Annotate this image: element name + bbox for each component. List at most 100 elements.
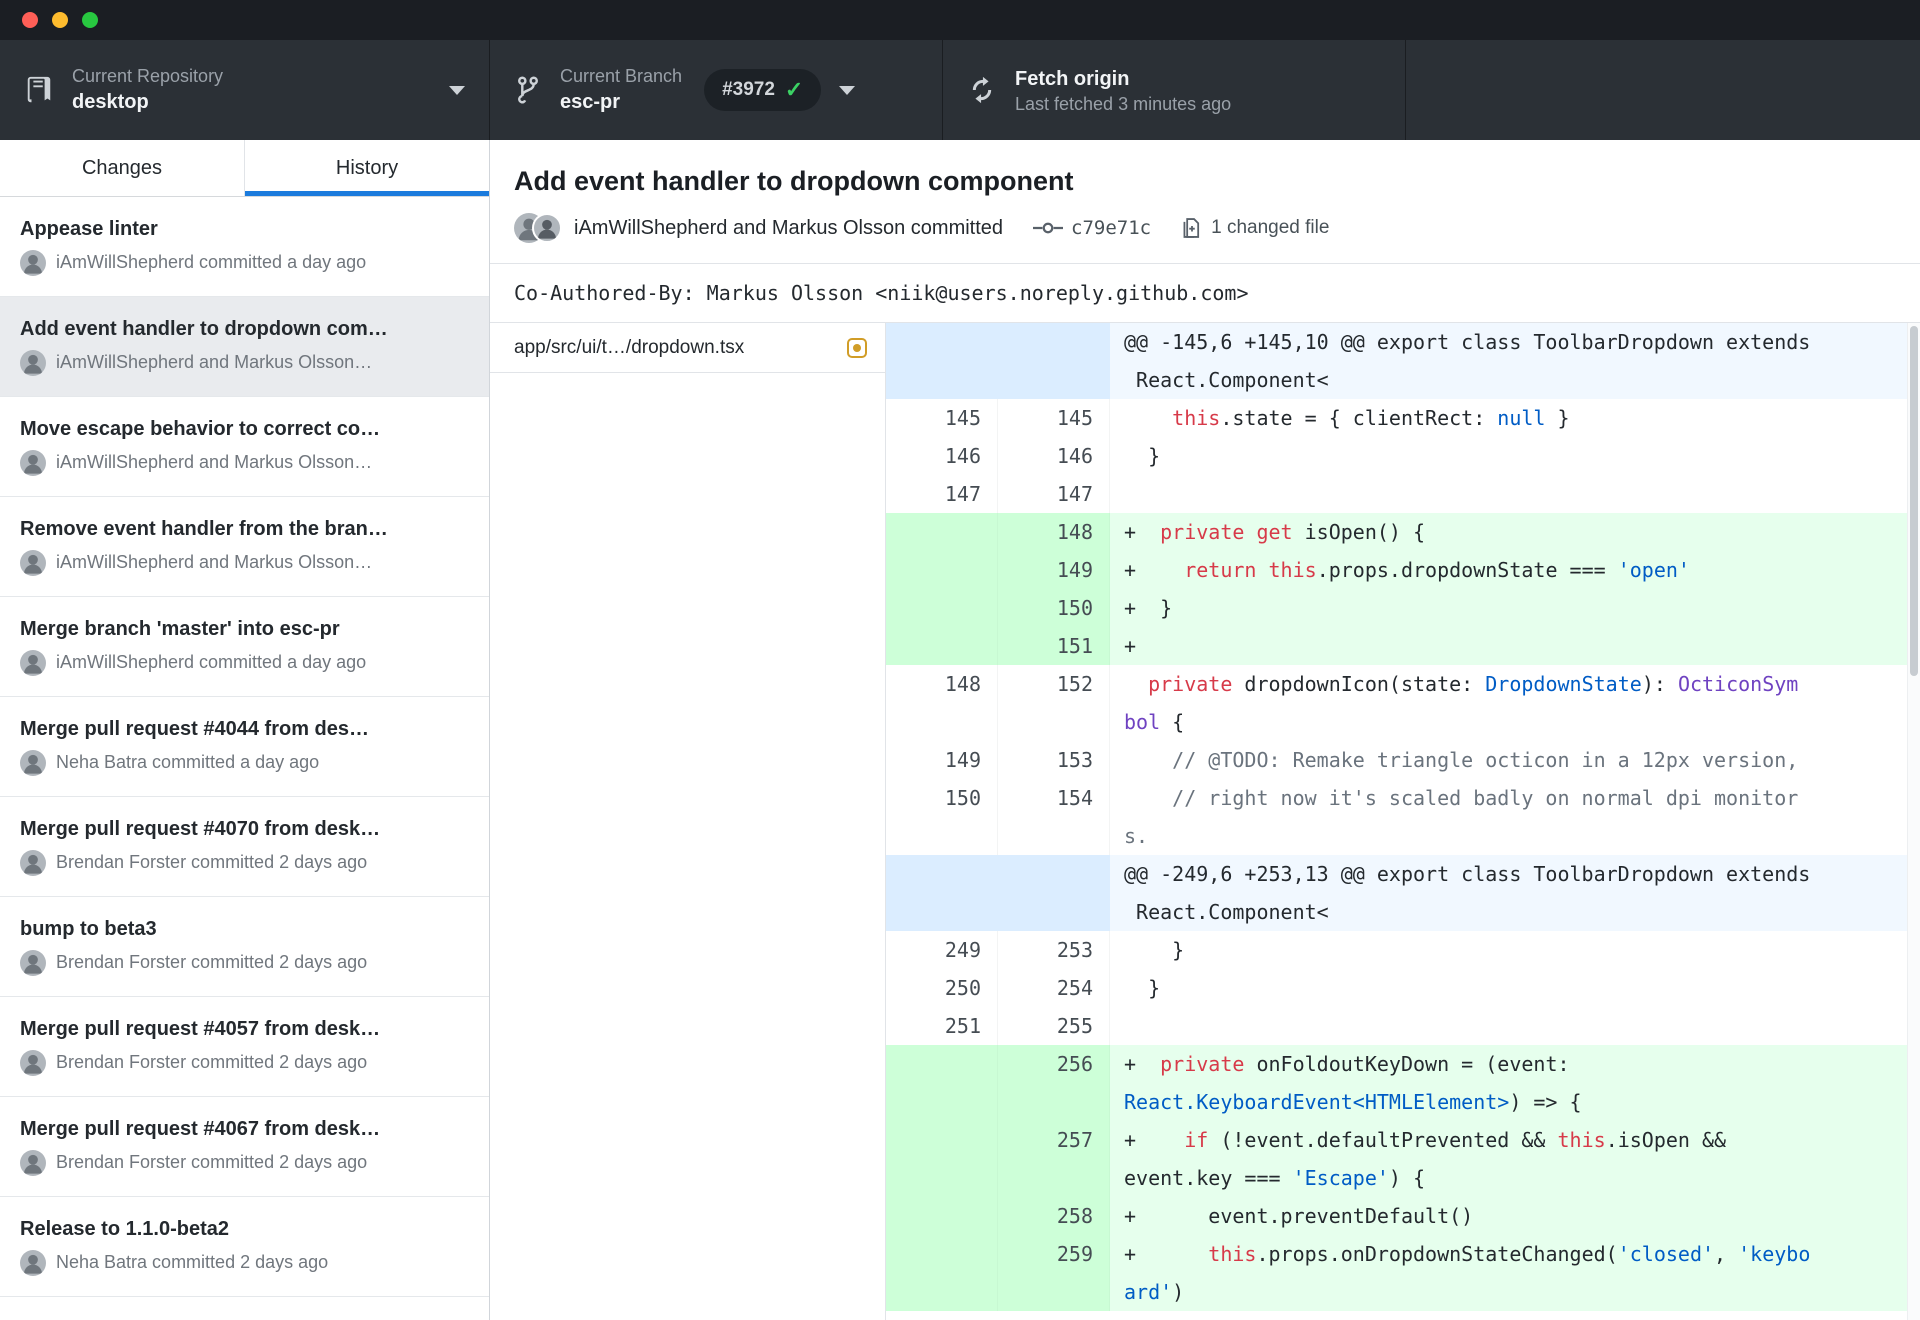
commit-title: Add event handler to dropdown com… <box>20 317 388 340</box>
diff-row: 150 + } <box>886 589 1920 627</box>
zoom-button[interactable] <box>82 12 98 28</box>
tab-changes[interactable]: Changes <box>0 140 245 196</box>
commit-list-item[interactable]: Merge pull request #4070 from desk… Bren… <box>0 797 489 897</box>
diff-code: // @TODO: Remake triangle octicon in a 1… <box>1124 748 1799 772</box>
diff-code: + private onFoldoutKeyDown = (event: Reac… <box>1110 1045 1920 1121</box>
diff-code: + event.preventDefault() <box>1110 1197 1920 1235</box>
diff-code: private dropdownIcon(state: DropdownStat… <box>1124 672 1799 734</box>
diff-scrollbar-thumb[interactable] <box>1910 326 1918 676</box>
commit-title: Appease linter <box>20 217 158 240</box>
fetch-subtitle: Last fetched 3 minutes ago <box>1015 94 1232 114</box>
diff-code <box>1110 475 1920 513</box>
pr-number: #3972 <box>722 79 775 100</box>
toolbar-filler <box>1406 40 1920 140</box>
avatar <box>20 349 46 376</box>
avatar <box>20 249 46 276</box>
new-line-number: 259 <box>998 1235 1110 1311</box>
avatar <box>20 549 46 576</box>
new-line-number: 154 <box>998 779 1110 855</box>
new-line-number: 147 <box>998 475 1110 513</box>
old-line-number <box>886 855 998 931</box>
sync-icon <box>967 75 997 105</box>
check-icon: ✓ <box>784 77 804 102</box>
diff-row: 145 145 this.state = { clientRect: null … <box>886 399 1920 437</box>
old-line-number <box>886 1197 998 1235</box>
old-line-number <box>886 1235 998 1311</box>
commit-list-item[interactable]: Move escape behavior to correct co… iAmW… <box>0 397 489 497</box>
commit-title: Merge pull request #4067 from desk… <box>20 1117 381 1140</box>
changed-files-count: 1 changed file <box>1211 217 1330 238</box>
close-button[interactable] <box>22 12 38 28</box>
commit-description: Co-Authored-By: Markus Olsson <niik@user… <box>490 263 1920 323</box>
commit-list-item[interactable]: Merge pull request #4044 from des… Neha … <box>0 697 489 797</box>
file-list-item[interactable]: app/src/ui/t…/dropdown.tsx <box>490 323 885 373</box>
new-line-number <box>998 855 1110 931</box>
new-line-number: 145 <box>998 399 1110 437</box>
new-line-number <box>998 323 1110 399</box>
commit-title-heading: Add event handler to dropdown component <box>514 166 1074 196</box>
window-titlebar <box>0 0 1920 40</box>
avatar <box>20 1049 46 1076</box>
commit-list-item[interactable]: bump to beta3 Brendan Forster committed … <box>0 897 489 997</box>
current-repository-button[interactable]: Current Repository desktop <box>0 40 490 140</box>
minimize-button[interactable] <box>52 12 68 28</box>
commit-list-item[interactable]: Appease linter iAmWillShepherd committed… <box>0 197 489 297</box>
avatar <box>20 749 46 776</box>
current-branch-button[interactable]: Current Branch esc-pr #3972 ✓ <box>490 40 943 140</box>
commit-sha[interactable]: c79e71c <box>1071 217 1151 239</box>
diff-code: } <box>1124 444 1161 468</box>
new-line-number: 146 <box>998 437 1110 475</box>
file-modified-icon <box>847 337 867 358</box>
repo-icon <box>24 75 54 105</box>
diff-code: + } <box>1110 589 1920 627</box>
avatar <box>20 849 46 876</box>
commit-list-item[interactable]: Merge pull request #4067 from desk… Bren… <box>0 1097 489 1197</box>
file-list: app/src/ui/t…/dropdown.tsx <box>490 323 886 1320</box>
diff-row: 257 + if (!event.defaultPrevented && thi… <box>886 1121 1920 1197</box>
new-line-number: 148 <box>998 513 1110 551</box>
commit-list-item[interactable]: Merge pull request #4072 from desk… Bren… <box>0 1297 489 1320</box>
diff-scrollbar <box>1907 323 1920 1320</box>
diff-row: 146 146 } <box>886 437 1920 475</box>
commit-title: Merge pull request #4044 from des… <box>20 717 370 740</box>
fetch-title: Fetch origin <box>1015 68 1130 90</box>
old-line-number: 145 <box>886 399 998 437</box>
chevron-down-icon <box>449 85 465 95</box>
commit-list-item[interactable]: Merge branch 'master' into esc-pr iAmWil… <box>0 597 489 697</box>
current-branch-label: Current Branch <box>560 66 683 86</box>
sidebar-tabs: Changes History <box>0 140 489 197</box>
avatar <box>532 213 562 243</box>
old-line-number: 250 <box>886 969 998 1007</box>
old-line-number: 249 <box>886 931 998 969</box>
old-line-number <box>886 1121 998 1197</box>
pr-status-badge[interactable]: #3972 ✓ <box>704 69 822 111</box>
old-line-number: 149 <box>886 741 998 779</box>
diff-code <box>1110 1007 1920 1045</box>
commit-title: Release to 1.1.0-beta2 <box>20 1217 229 1240</box>
old-line-number <box>886 589 998 627</box>
commit-meta: iAmWillShepherd committed a day ago <box>56 252 367 272</box>
commit-list-item[interactable]: Remove event handler from the bran… iAmW… <box>0 497 489 597</box>
diff-row: @@ -249,6 +253,13 @@ export class Toolba… <box>886 855 1920 931</box>
tab-history[interactable]: History <box>245 140 489 196</box>
old-line-number <box>886 1045 998 1121</box>
commit-title: Merge branch 'master' into esc-pr <box>20 617 340 640</box>
commit-list-item[interactable]: Add event handler to dropdown com… iAmWi… <box>0 297 489 397</box>
commit-meta: iAmWillShepherd committed a day ago <box>56 652 367 672</box>
traffic-lights <box>22 12 98 28</box>
diff-row: 249 253 } <box>886 931 1920 969</box>
diff-row: 148 + private get isOpen() { <box>886 513 1920 551</box>
new-line-number: 258 <box>998 1197 1110 1235</box>
old-line-number: 146 <box>886 437 998 475</box>
commit-list-item[interactable]: Release to 1.1.0-beta2 Neha Batra commit… <box>0 1197 489 1297</box>
commit-list-item[interactable]: Merge pull request #4057 from desk… Bren… <box>0 997 489 1097</box>
new-line-number: 254 <box>998 969 1110 1007</box>
diff-row: 251 255 <box>886 1007 1920 1045</box>
diff-view: @@ -145,6 +145,10 @@ export class Toolba… <box>886 323 1920 1320</box>
commit-detail-panel: Add event handler to dropdown component … <box>490 140 1920 1320</box>
author-avatars <box>514 213 562 243</box>
diff-code: + if (!event.defaultPrevented && this.is… <box>1110 1121 1920 1197</box>
fetch-origin-button[interactable]: Fetch origin Last fetched 3 minutes ago <box>943 40 1406 140</box>
diff-row: 259 + this.props.onDropdownStateChanged(… <box>886 1235 1920 1311</box>
diff-row: 147 147 <box>886 475 1920 513</box>
